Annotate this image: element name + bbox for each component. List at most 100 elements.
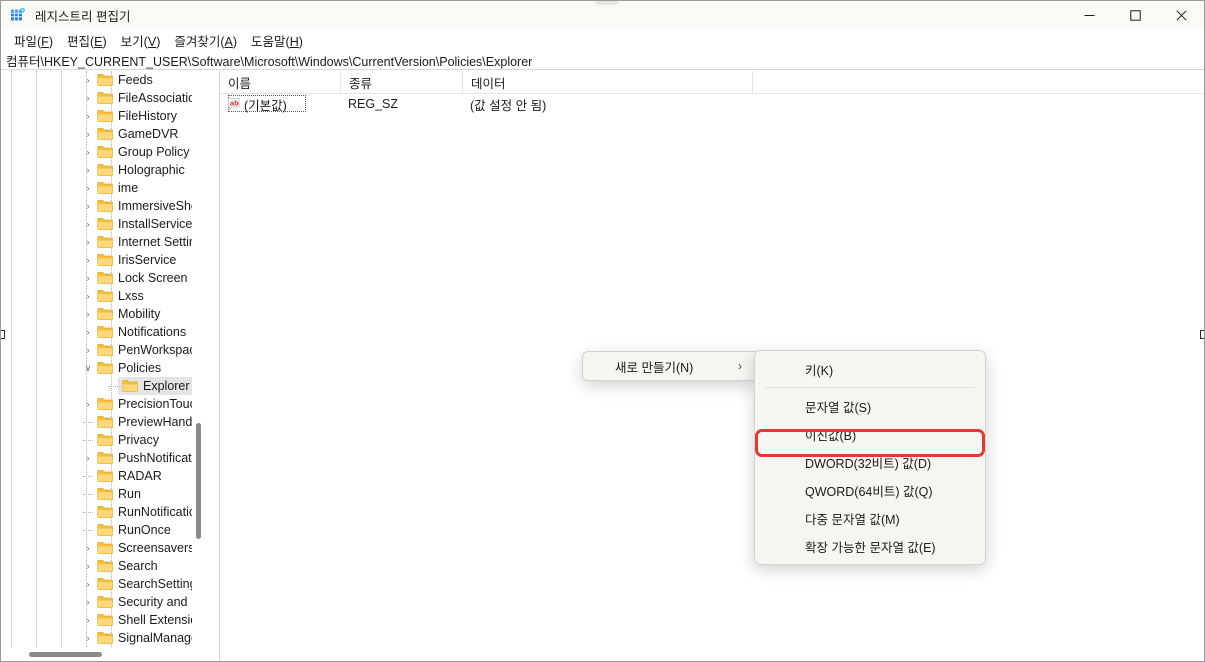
tree-item-run[interactable]: Run	[1, 485, 205, 503]
chevron-right-icon[interactable]: ›	[81, 305, 95, 323]
tree-item-screensavers[interactable]: ›Screensavers	[1, 539, 205, 557]
chevron-right-icon[interactable]: ›	[81, 629, 95, 647]
menu-edit[interactable]: 편집(E)	[60, 29, 114, 52]
chevron-down-icon[interactable]: ∨	[81, 359, 95, 377]
tree-item-penworkspace[interactable]: ›PenWorkspace	[1, 341, 205, 359]
tree-item-mobility[interactable]: ›Mobility	[1, 305, 205, 323]
tree-item-label: Lock Screen	[118, 271, 187, 285]
chevron-right-icon[interactable]: ›	[81, 233, 95, 251]
tree-item-immersiveshell[interactable]: ›ImmersiveShell	[1, 197, 205, 215]
chevron-right-icon[interactable]: ›	[81, 107, 95, 125]
chevron-right-icon[interactable]: ›	[81, 269, 95, 287]
column-header-데이터[interactable]: 데이터	[462, 71, 752, 93]
tree-horizontal-scrollbar[interactable]	[1, 647, 205, 661]
tree-item-lxss[interactable]: ›Lxss	[1, 287, 205, 305]
chevron-right-icon[interactable]: ›	[81, 179, 95, 197]
tree-item-runnotification[interactable]: RunNotification	[1, 503, 205, 521]
folder-icon	[97, 289, 114, 303]
tree-item-precisiontouchi[interactable]: ›PrecisionTouchI	[1, 395, 205, 413]
context-menu-separator	[765, 387, 975, 388]
context-menu-item-1[interactable]: 문자열 값(S)	[759, 392, 981, 420]
column-header-label: 이름	[228, 73, 251, 92]
chevron-right-icon[interactable]: ›	[81, 323, 95, 341]
registry-tree[interactable]: ›Feeds›FileAssociations›FileHistory›Game…	[1, 71, 205, 647]
chevron-right-icon[interactable]: ›	[81, 71, 95, 89]
tree-item-previewhandler[interactable]: PreviewHandler	[1, 413, 205, 431]
tree-item-runonce[interactable]: RunOnce	[1, 521, 205, 539]
menu-view[interactable]: 보기(V)	[114, 29, 168, 52]
tree-horizontal-scroll-thumb[interactable]	[29, 652, 102, 657]
chevron-right-icon[interactable]: ›	[81, 89, 95, 107]
tree-item-security-and-m[interactable]: ›Security and M	[1, 593, 205, 611]
registry-editor-window: 레지스트리 편집기 파일(F) 편집(E) 보기(V) 즐겨찾기(A)	[0, 0, 1205, 662]
tree-item-shell-extensions[interactable]: ›Shell Extensions	[1, 611, 205, 629]
close-button[interactable]	[1158, 1, 1204, 29]
chevron-right-icon[interactable]: ›	[81, 287, 95, 305]
context-menu-item-0[interactable]: 키(K)	[759, 355, 981, 383]
tree-item-filehistory[interactable]: ›FileHistory	[1, 107, 205, 125]
chevron-right-icon[interactable]: ›	[81, 593, 95, 611]
tree-item-group-policy[interactable]: ›Group Policy	[1, 143, 205, 161]
tree-item-signalmanager[interactable]: ›SignalManager	[1, 629, 205, 647]
context-menu-item-label: 확장 가능한 문자열 값(E)	[805, 537, 936, 556]
chevron-right-icon[interactable]: ›	[81, 449, 95, 467]
tree-vertical-scrollbar[interactable]	[192, 71, 205, 647]
tree-item-explorer[interactable]: Explorer	[1, 377, 205, 395]
tree-item-radar[interactable]: RADAR	[1, 467, 205, 485]
tree-item-label: Notifications	[118, 325, 186, 339]
tree-item-privacy[interactable]: Privacy	[1, 431, 205, 449]
column-header-종류[interactable]: 종류	[340, 71, 462, 93]
tree-item-search[interactable]: ›Search	[1, 557, 205, 575]
tree-vertical-scroll-thumb[interactable]	[196, 423, 201, 539]
chevron-right-icon[interactable]: ›	[81, 143, 95, 161]
chevron-right-icon[interactable]: ›	[81, 161, 95, 179]
context-menu-new-label: 새로 만들기(N)	[615, 357, 693, 376]
tree-item-searchsettings[interactable]: ›SearchSettings	[1, 575, 205, 593]
context-menu-item-6[interactable]: 확장 가능한 문자열 값(E)	[759, 532, 981, 560]
context-menu-new-submenu[interactable]: 키(K) 문자열 값(S)이진값(B)DWORD(32비트) 값(D)QWORD(…	[754, 350, 986, 565]
resize-handle-left[interactable]	[0, 330, 5, 339]
tree-item-policies[interactable]: ∨Policies	[1, 359, 205, 377]
chevron-right-icon[interactable]: ›	[81, 539, 95, 557]
folder-icon	[97, 217, 114, 231]
chevron-right-icon[interactable]: ›	[81, 125, 95, 143]
context-menu-item-4[interactable]: QWORD(64비트) 값(Q)	[759, 476, 981, 504]
tree-item-installservice[interactable]: ›InstallService	[1, 215, 205, 233]
resize-handle-right[interactable]	[1200, 330, 1205, 339]
chevron-right-icon[interactable]: ›	[81, 611, 95, 629]
maximize-button[interactable]	[1112, 1, 1158, 29]
folder-icon	[97, 505, 114, 519]
column-header-이름[interactable]: 이름	[220, 71, 340, 93]
context-menu-item-5[interactable]: 다중 문자열 값(M)	[759, 504, 981, 532]
context-menu-item-3[interactable]: DWORD(32비트) 값(D)	[759, 448, 981, 476]
chevron-right-icon[interactable]: ›	[81, 197, 95, 215]
pane-splitter[interactable]	[205, 71, 220, 661]
context-menu-new-parent[interactable]: 새로 만들기(N) ›	[582, 351, 756, 381]
menu-edit-key: E	[94, 35, 102, 49]
tree-item-irisservice[interactable]: ›IrisService	[1, 251, 205, 269]
context-menu-item-2[interactable]: 이진값(B)	[759, 420, 981, 448]
chevron-right-icon[interactable]: ›	[81, 251, 95, 269]
tree-item-lock-screen[interactable]: › Lock Screen	[1, 269, 205, 287]
chevron-right-icon[interactable]: ›	[81, 395, 95, 413]
tree-item-fileassociations[interactable]: ›FileAssociations	[1, 89, 205, 107]
column-header-spacer[interactable]	[752, 71, 952, 93]
chevron-right-icon[interactable]: ›	[81, 557, 95, 575]
tree-item-gamedvr[interactable]: ›GameDVR	[1, 125, 205, 143]
title-bar[interactable]: 레지스트리 편집기	[1, 1, 1204, 29]
minimize-button[interactable]	[1066, 1, 1112, 29]
tree-item-notifications[interactable]: › Notifications	[1, 323, 205, 341]
chevron-right-icon[interactable]: ›	[81, 215, 95, 233]
menu-favorites[interactable]: 즐겨찾기(A)	[167, 29, 244, 52]
tree-item-ime[interactable]: ›ime	[1, 179, 205, 197]
tree-item-internet-setting[interactable]: ›Internet Setting	[1, 233, 205, 251]
address-bar[interactable]: 컴퓨터\HKEY_CURRENT_USER\Software\Microsoft…	[1, 51, 1204, 70]
table-row[interactable]: ab (기본값) REG_SZ (값 설정 안 됨)	[220, 94, 1204, 114]
menu-help[interactable]: 도움말(H)	[244, 29, 310, 52]
chevron-right-icon[interactable]: ›	[81, 575, 95, 593]
menu-file[interactable]: 파일(F)	[7, 29, 60, 52]
chevron-right-icon[interactable]: ›	[81, 341, 95, 359]
tree-item-feeds[interactable]: ›Feeds	[1, 71, 205, 89]
tree-item-holographic[interactable]: ›Holographic	[1, 161, 205, 179]
tree-item-pushnotificatio[interactable]: ›PushNotificatio	[1, 449, 205, 467]
